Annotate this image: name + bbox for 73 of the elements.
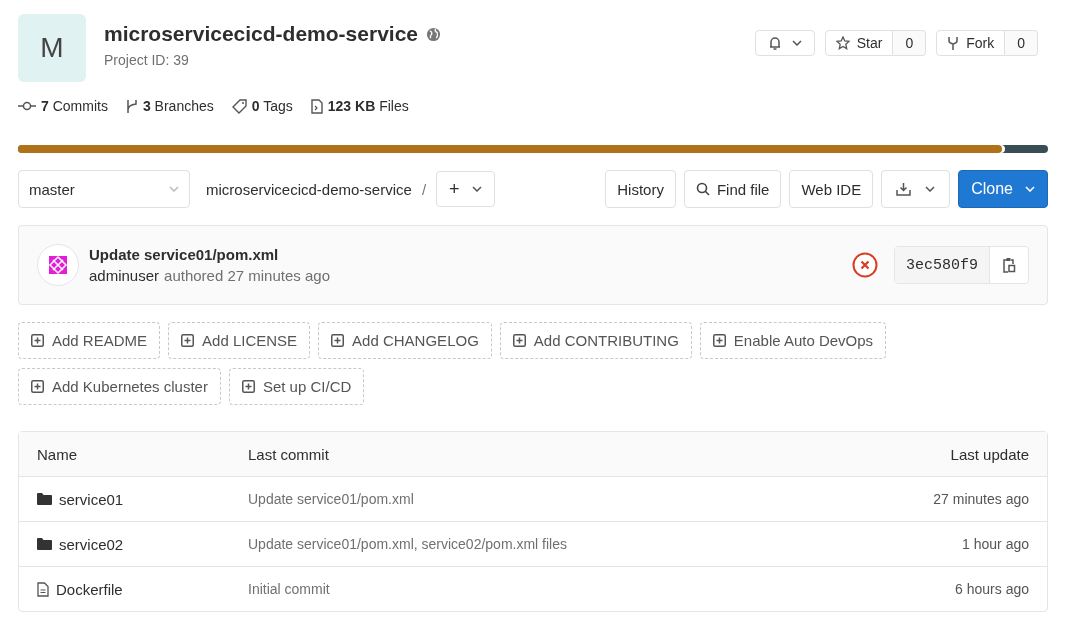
project-avatar: M <box>18 14 86 82</box>
project-id: Project ID: 39 <box>104 52 190 68</box>
download-icon <box>896 182 912 196</box>
star-icon <box>835 36 850 50</box>
star-button[interactable]: Star <box>824 30 894 56</box>
toolbar-button[interactable]: History <box>605 170 676 208</box>
user-avatar-icon <box>37 244 79 286</box>
star-count[interactable]: 0 <box>893 30 927 56</box>
shortcut-button[interactable]: Set up CI/CD <box>228 368 365 405</box>
shortcut-button[interactable]: Add README <box>18 322 161 359</box>
caret-icon <box>471 186 482 192</box>
shortcut-button[interactable]: Add Kubernetes cluster <box>18 368 221 405</box>
copy-button[interactable] <box>990 247 1028 283</box>
update-time: 6 hours ago <box>955 581 1029 597</box>
commit-message-link[interactable]: Initial commit <box>248 581 330 597</box>
breadcrumb-link[interactable]: microservicecicd-demo-service <box>206 180 412 198</box>
file-name-link[interactable]: service02 <box>59 535 124 553</box>
stat-link[interactable]: 0 Tags <box>231 98 293 114</box>
update-time: 1 hour ago <box>962 536 1029 552</box>
globe-icon <box>426 26 441 42</box>
commit-sha: 3ec580f9 <box>895 247 990 283</box>
folder-icon <box>37 538 52 550</box>
file-name-link[interactable]: Dockerfile <box>56 580 123 598</box>
plus-square-icon <box>31 334 44 347</box>
toolbar-button[interactable]: Web IDE <box>789 170 874 208</box>
column-header: Name <box>37 445 78 463</box>
search-icon <box>695 182 710 196</box>
plus-square-icon <box>712 334 726 347</box>
folder-icon <box>37 493 52 505</box>
tag-icon <box>231 98 247 114</box>
caret-icon <box>925 186 936 192</box>
plus-square-icon <box>512 334 526 347</box>
commit-message-link[interactable]: Update service01/pom.xml, service02/pom.xml files <box>248 536 567 552</box>
commit-icon <box>18 100 36 112</box>
plus-square-icon <box>181 334 195 347</box>
file-name-link[interactable]: service01 <box>59 490 124 508</box>
clipboard-icon <box>1002 257 1016 273</box>
stat-link[interactable]: 7 Commits <box>18 98 108 114</box>
branch-dropdown[interactable]: master <box>18 170 190 208</box>
path-separator: / <box>421 180 427 198</box>
caret-icon <box>169 186 179 192</box>
clone-button[interactable]: Clone <box>958 170 1048 208</box>
caret-icon <box>1025 186 1035 192</box>
shortcut-button[interactable]: Add LICENSE <box>168 322 311 359</box>
plus-square-icon <box>331 334 345 347</box>
toolbar-button[interactable]: Find file <box>683 170 782 208</box>
stat-link[interactable]: 3 Branches <box>125 98 214 114</box>
file-icon <box>310 98 323 114</box>
fork-button[interactable]: Fork <box>936 30 1006 56</box>
file-icon <box>37 581 49 597</box>
branch-icon <box>125 98 138 114</box>
fork-count[interactable]: 0 <box>1005 30 1038 56</box>
fork-icon <box>947 35 960 51</box>
column-header: Last commit <box>248 445 330 463</box>
shortcut-button[interactable]: Add CHANGELOG <box>318 322 492 359</box>
pipeline-status-icon[interactable] <box>852 252 878 278</box>
notification-dropdown[interactable] <box>754 30 815 56</box>
caret-icon <box>791 40 802 46</box>
commit-title[interactable]: Update service01/pom.xml <box>89 246 330 263</box>
project-name: microservicecicd-demo-service <box>104 22 418 46</box>
download-dropdown[interactable] <box>881 170 951 208</box>
shortcut-button[interactable]: Add CONTRIBUTING <box>499 322 692 359</box>
stat-link[interactable]: 123 KB Files <box>310 98 409 114</box>
plus-square-icon <box>241 380 255 393</box>
plus-square-icon <box>31 380 44 393</box>
commit-time: authored 27 minutes ago <box>164 267 330 284</box>
bell-icon <box>767 35 782 51</box>
commit-author[interactable]: adminuser <box>89 267 160 284</box>
commit-message-link[interactable]: Update service01/pom.xml <box>248 491 414 507</box>
add-dropdown[interactable]: + <box>436 171 495 207</box>
column-header: Last update <box>950 445 1029 463</box>
shortcut-button[interactable]: Enable Auto DevOps <box>699 322 887 359</box>
update-time: 27 minutes ago <box>933 491 1029 507</box>
